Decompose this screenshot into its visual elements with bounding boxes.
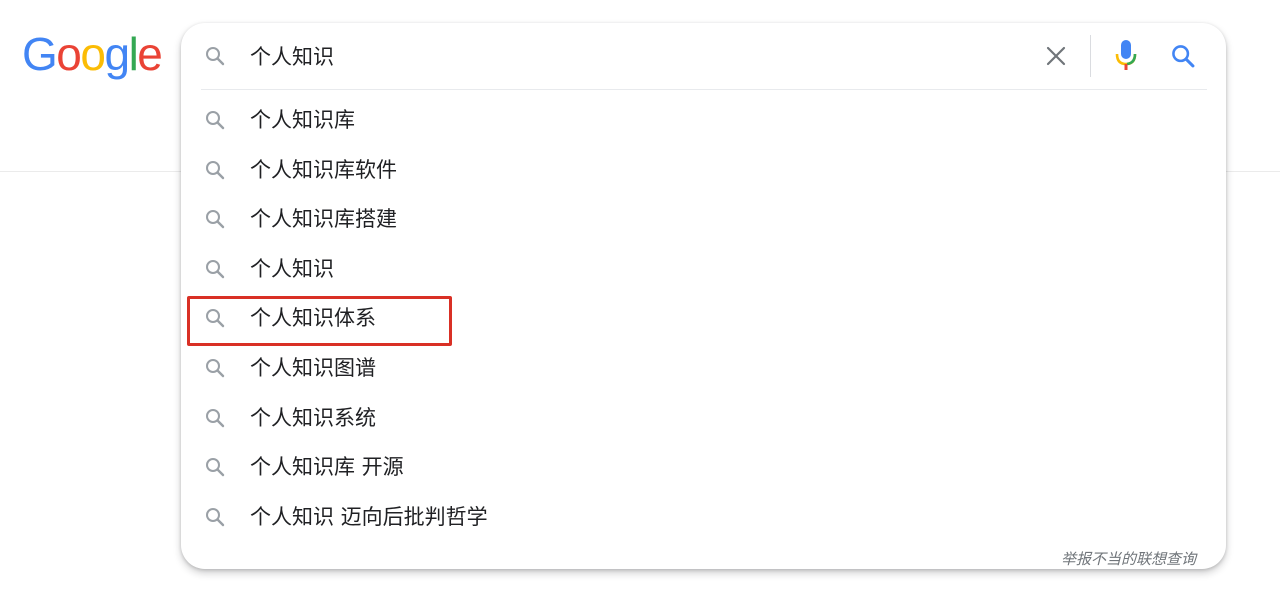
logo-letter: G (22, 28, 58, 80)
suggestion-item[interactable]: 个人知识库 开源 (181, 442, 1226, 492)
search-icon (206, 160, 225, 179)
suggestion-text: 个人知识库 (250, 108, 355, 132)
search-box: 个人知识库 个人知识库软件 个人知识库搭建 个人知识 个人知识体系 个人知识图谱 (181, 23, 1226, 569)
suggestion-text: 个人知识库搭建 (250, 207, 397, 232)
dropdown-divider (201, 89, 1207, 90)
search-icon (206, 309, 225, 328)
suggestion-text: 个人知识 (250, 256, 334, 281)
suggestion-list: 个人知识库 个人知识库软件 个人知识库搭建 个人知识 个人知识体系 个人知识图谱 (181, 95, 1226, 541)
suggestion-item-highlighted[interactable]: 个人知识体系 (181, 293, 1226, 343)
suggestion-item[interactable]: 个人知识库搭建 (181, 194, 1226, 244)
suggestion-text: 个人知识 迈向后批判哲学 (250, 504, 488, 529)
report-inappropriate-predictions-link[interactable]: 举报不当的联想查询 (1061, 548, 1196, 569)
logo-letter: g (104, 28, 130, 80)
search-icon (206, 507, 225, 526)
search-icon (1172, 45, 1195, 68)
search-icon (206, 358, 225, 378)
suggestion-text: 个人知识库 开源 (250, 455, 404, 480)
suggestion-text: 个人知识体系 (250, 306, 376, 331)
microphone-icon (1115, 40, 1137, 70)
suggestion-item[interactable]: 个人知识图谱 (181, 343, 1226, 393)
suggestion-item[interactable]: 个人知识系统 (181, 393, 1226, 443)
logo-letter: o (80, 28, 106, 80)
logo-letter: l (128, 28, 139, 80)
suggestion-text: 个人知识系统 (250, 405, 376, 430)
search-input[interactable] (250, 39, 1010, 73)
search-row (181, 23, 1226, 89)
toolbar-separator (1090, 35, 1091, 77)
search-icon (206, 210, 225, 229)
search-icon (206, 111, 225, 130)
logo-letter: e (137, 28, 163, 80)
suggestion-text: 个人知识库软件 (250, 157, 397, 182)
suggestion-text: 个人知识图谱 (250, 355, 376, 380)
close-icon (1046, 46, 1066, 66)
logo-letter: o (56, 28, 82, 80)
clear-button[interactable] (1040, 40, 1072, 72)
suggestion-item[interactable]: 个人知识 (181, 244, 1226, 294)
suggestion-item[interactable]: 个人知识库软件 (181, 145, 1226, 195)
search-icon (206, 259, 225, 278)
page: Google 个人知识 个人知识库 个人知识库软件 个人知识库搭建 个人知识 个… (0, 0, 1280, 596)
search-icon (206, 408, 225, 427)
suggestion-item[interactable]: 个人知识库 (181, 95, 1226, 145)
suggestion-item[interactable]: 个人知识 迈向后批判哲学 (181, 492, 1226, 542)
voice-search-button[interactable] (1109, 37, 1143, 75)
search-submit-button[interactable] (1166, 39, 1200, 73)
search-icon (206, 47, 225, 66)
google-logo[interactable]: Google (22, 26, 163, 82)
search-icon (206, 458, 225, 477)
